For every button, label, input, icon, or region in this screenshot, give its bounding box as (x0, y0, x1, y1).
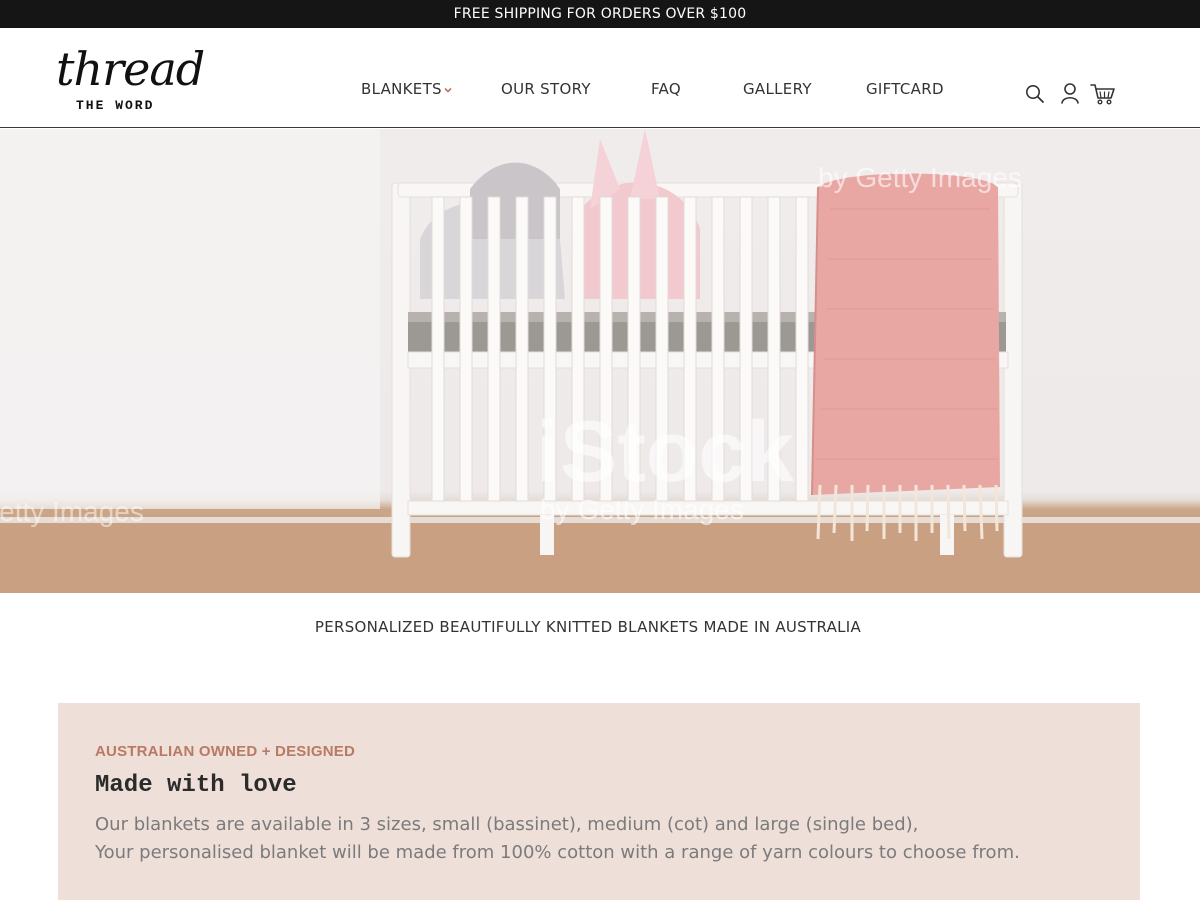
promo-title: Made with love (95, 772, 297, 799)
tagline: PERSONALIZED BEAUTIFULLY KNITTED BLANKET… (314, 618, 862, 636)
watermark-left: by Getty Images (0, 496, 144, 527)
pink-blanket (811, 173, 1000, 541)
hero-image: iStock by Getty Images by Getty Images b… (0, 129, 1200, 593)
promo-kicker: AUSTRALIAN OWNED + DESIGNED (95, 743, 355, 760)
promo-description: Our blankets are available in 3 sizes, s… (95, 811, 1105, 867)
watermark-sub: by Getty Images (540, 494, 744, 525)
promo-line: Our blankets are available in 3 sizes, s… (95, 814, 919, 835)
nav-item-our-story[interactable]: OUR STORY (501, 80, 591, 98)
nav-item-faq[interactable]: FAQ (651, 80, 681, 98)
watermark-top: by Getty Images (818, 162, 1022, 193)
watermark-main: iStock (536, 404, 794, 500)
nav-item-blankets[interactable]: BLANKETS (361, 80, 453, 98)
announcement-bar: FREE SHIPPING FOR ORDERS OVER $100 (0, 0, 1200, 28)
promo-card: AUSTRALIAN OWNED + DESIGNED Made with lo… (58, 703, 1140, 900)
account-icon[interactable] (1060, 82, 1080, 106)
chevron-down-icon (444, 87, 452, 93)
site-header: thread THE WORD BLANKETS OUR STORY FAQ G… (0, 28, 1200, 128)
announcement-text: FREE SHIPPING FOR ORDERS OVER $100 (453, 6, 747, 22)
header-icons (1024, 82, 1124, 108)
nav-item-label: BLANKETS (361, 80, 442, 98)
search-icon[interactable] (1024, 82, 1046, 106)
cart-icon[interactable] (1090, 82, 1116, 106)
hero-banner[interactable]: iStock by Getty Images by Getty Images b… (0, 129, 1200, 593)
promo-line: Your personalised blanket will be made f… (95, 842, 1020, 863)
nav-item-gallery[interactable]: GALLERY (743, 80, 812, 98)
main-nav: BLANKETS OUR STORY FAQ GALLERY GIFTCARD (0, 80, 1200, 104)
nav-item-giftcard[interactable]: GIFTCARD (866, 80, 944, 98)
